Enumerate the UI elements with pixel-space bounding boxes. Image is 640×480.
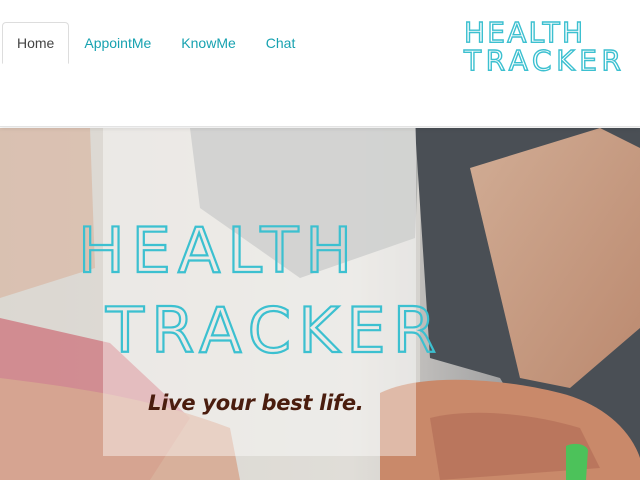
hero-tagline: Live your best life. [148,391,364,415]
tab-knowme[interactable]: KnowMe [166,22,250,64]
top-navbar: Home AppointMe KnowMe Chat HEALTH TRACKE… [0,0,640,127]
hero-title-line-2: TRACKER [105,294,442,367]
brand-logo[interactable]: HEALTH TRACKER [462,14,628,74]
hero-logo: HEALTH TRACKER [77,213,442,368]
hero-banner: HEALTH TRACKER Live your best life. [0,128,640,480]
nav-tabs: Home AppointMe KnowMe Chat [2,22,310,64]
tab-appointme[interactable]: AppointMe [69,22,166,64]
hero-title-line-1: HEALTH [78,214,358,287]
brand-line-2: TRACKER [463,44,624,74]
tab-home[interactable]: Home [2,22,70,64]
tab-chat[interactable]: Chat [251,22,311,64]
